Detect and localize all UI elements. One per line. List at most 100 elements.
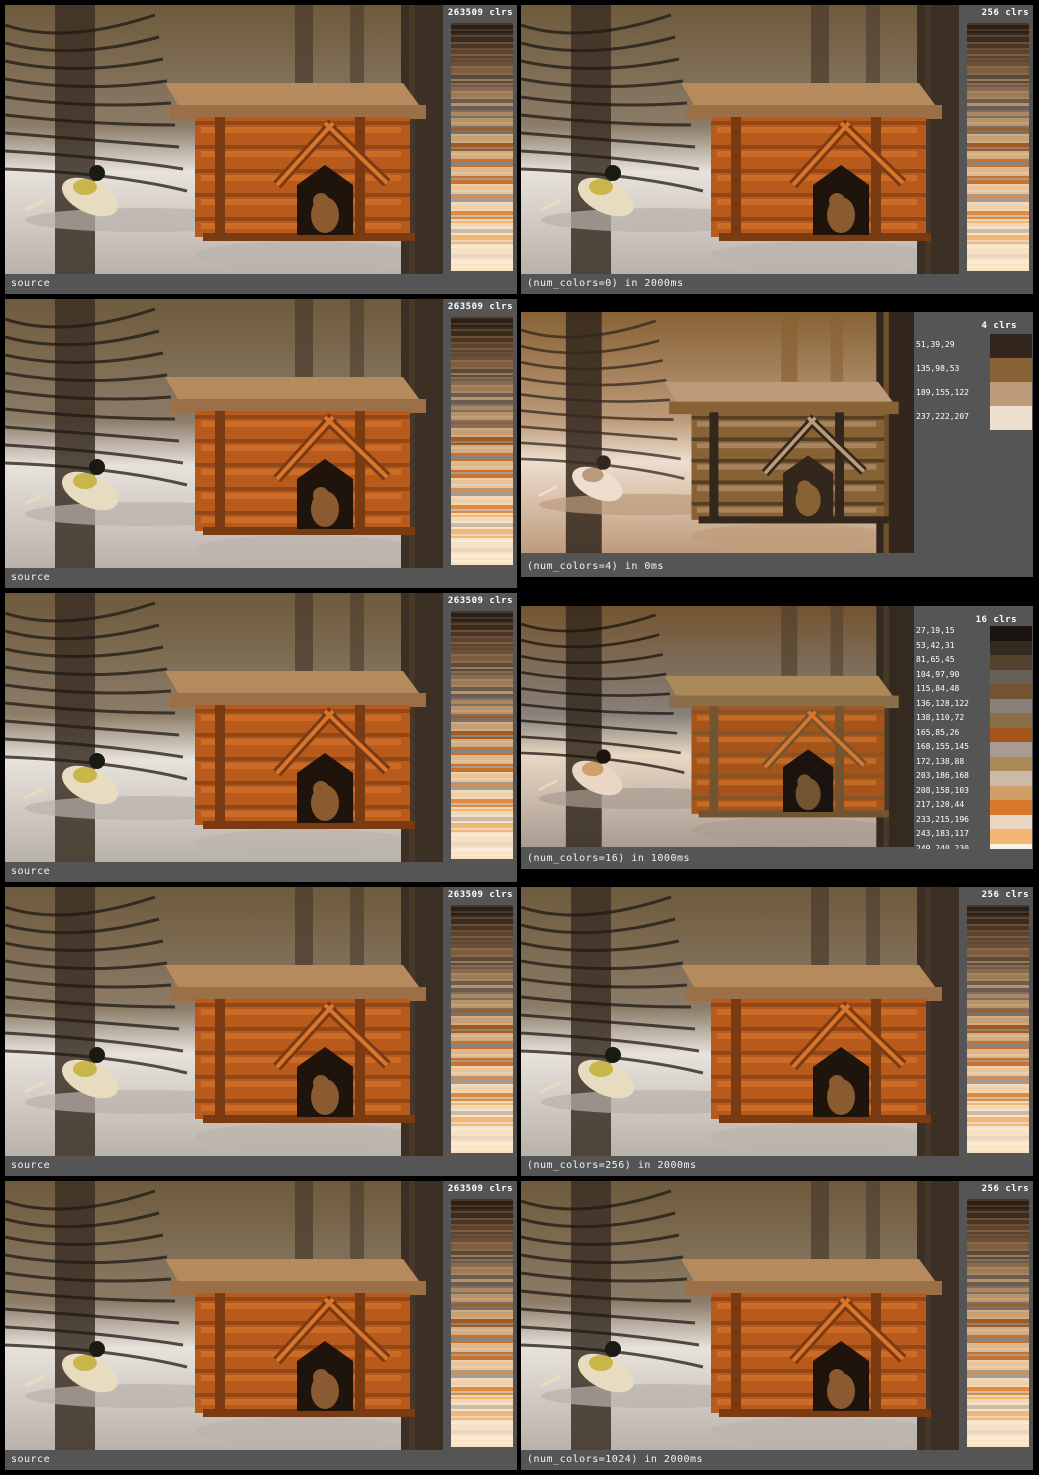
birdhouse-photo xyxy=(5,1181,443,1450)
panel-caption: (num_colors=256) in 2000ms xyxy=(521,1156,1033,1176)
panel-image xyxy=(5,593,443,862)
color-count: 256 clrs xyxy=(981,8,1029,18)
legend-label: 203,186,168 xyxy=(916,771,969,780)
color-count: 256 clrs xyxy=(981,890,1029,900)
panel-image xyxy=(521,312,914,553)
panel-src2: 263509 clrs source xyxy=(5,299,517,588)
birdhouse-photo xyxy=(5,5,443,274)
birdhouse-photo xyxy=(521,887,959,1156)
panel-src4: 263509 clrs source xyxy=(5,887,517,1176)
legend-swatch xyxy=(990,800,1032,815)
legend-label: 172,138,88 xyxy=(916,756,965,766)
birdhouse-photo xyxy=(521,1181,959,1450)
panel-image xyxy=(521,606,914,847)
legend-swatch xyxy=(990,334,1032,358)
legend-swatch xyxy=(990,382,1032,406)
legend-label: 115,84,48 xyxy=(916,684,960,693)
color-strip: 263509 clrs xyxy=(443,887,517,1156)
panel-q4: 4 clrs 51,39,29 135,98,53 189,155,122 237,22… xyxy=(521,312,1033,577)
color-strip: 263509 clrs xyxy=(443,5,517,274)
color-count: 16 clrs xyxy=(975,615,1017,625)
color-count: 263509 clrs xyxy=(447,1184,513,1194)
panel-caption: (num_colors=16) in 1000ms xyxy=(521,849,1033,869)
palette-bar xyxy=(967,1444,1029,1447)
panel-caption: source xyxy=(5,274,517,294)
color-count: 256 clrs xyxy=(981,1184,1029,1194)
birdhouse-photo xyxy=(521,5,959,274)
color-strip: 256 clrs xyxy=(959,5,1033,274)
legend-label: 27,19,15 xyxy=(916,626,955,635)
color-strip: 263509 clrs xyxy=(443,299,517,568)
panel-image xyxy=(521,887,959,1156)
legend-swatch xyxy=(990,626,1032,641)
birdhouse-photo xyxy=(5,299,443,568)
panel-caption: source xyxy=(5,1450,517,1470)
legend-label: 168,155,145 xyxy=(916,742,969,751)
legend-label: 217,120,44 xyxy=(916,800,965,809)
comparison-grid: 263509 clrs source 256 clrs (num_colors=0)… xyxy=(0,0,1039,1475)
legend-label: 189,155,122 xyxy=(916,388,969,397)
panel-image xyxy=(5,299,443,568)
legend-swatch xyxy=(990,406,1032,430)
panel-caption: (num_colors=1024) in 2000ms xyxy=(521,1450,1033,1470)
legend-swatch xyxy=(990,727,1032,742)
color-count: 263509 clrs xyxy=(447,890,513,900)
legend-label: 53,42,31 xyxy=(916,640,955,650)
legend-label: 135,98,53 xyxy=(916,364,960,373)
panel-q16: 16 clrs 27,19,15 53,42,31 81,65,45 104,97,90… xyxy=(521,606,1033,869)
legend-label: 165,85,26 xyxy=(916,727,960,737)
color-strip: 256 clrs xyxy=(959,887,1033,1156)
panel-caption: source xyxy=(5,568,517,588)
legend-label: 104,97,90 xyxy=(916,669,960,679)
legend-swatch xyxy=(990,814,1032,829)
legend-swatch xyxy=(990,684,1032,699)
legend-swatch xyxy=(990,640,1032,655)
panel-q256: 256 clrs (num_colors=256) in 2000ms xyxy=(521,887,1033,1176)
legend-swatch xyxy=(990,655,1032,670)
palette-bars xyxy=(967,905,1029,1154)
palette-legend: 16 clrs 27,19,15 53,42,31 81,65,45 104,97,90… xyxy=(914,606,1033,858)
panel-image xyxy=(5,5,443,274)
palette-bar xyxy=(451,1150,513,1153)
panel-caption: (num_colors=4) in 0ms xyxy=(521,557,1033,577)
panel-caption: (num_colors=0) in 2000ms xyxy=(521,274,1033,294)
panel-image xyxy=(5,1181,443,1450)
palette-bar xyxy=(451,856,513,859)
color-count: 263509 clrs xyxy=(447,8,513,18)
panel-image xyxy=(521,1181,959,1450)
panel-q0: 256 clrs (num_colors=0) in 2000ms xyxy=(521,5,1033,294)
legend-swatch xyxy=(990,698,1032,713)
palette-bar xyxy=(451,562,513,565)
palette-bars xyxy=(967,1199,1029,1448)
color-strip: 256 clrs xyxy=(959,1181,1033,1450)
panel-src1: 263509 clrs source xyxy=(5,5,517,294)
color-strip: 263509 clrs xyxy=(443,1181,517,1450)
birdhouse-photo xyxy=(5,593,443,862)
birdhouse-photo xyxy=(521,606,914,847)
legend-label: 208,158,103 xyxy=(916,785,969,795)
legend-swatch xyxy=(990,713,1032,728)
birdhouse-photo xyxy=(5,887,443,1156)
palette-bars xyxy=(451,611,513,860)
color-strip: 263509 clrs xyxy=(443,593,517,862)
color-count: 263509 clrs xyxy=(447,596,513,606)
color-count: 4 clrs xyxy=(981,321,1017,331)
legend-swatch xyxy=(990,771,1032,786)
palette-bars xyxy=(451,23,513,272)
palette-bars xyxy=(451,317,513,566)
legend-label: 237,222,207 xyxy=(916,412,969,421)
panel-caption: source xyxy=(5,1156,517,1176)
legend-swatch xyxy=(990,742,1032,757)
legend-label: 136,128,122 xyxy=(916,698,969,708)
legend-label: 51,39,29 xyxy=(916,340,955,349)
panel-caption: source xyxy=(5,862,517,882)
palette-bar xyxy=(967,1150,1029,1153)
palette-bars xyxy=(967,23,1029,272)
legend-label: 81,65,45 xyxy=(916,655,955,664)
palette-bar xyxy=(451,268,513,271)
legend-swatch xyxy=(990,358,1032,382)
palette-bars xyxy=(451,905,513,1154)
legend-label: 138,110,72 xyxy=(916,713,965,722)
legend-label: 233,215,196 xyxy=(916,814,969,824)
panel-q1024: 256 clrs (num_colors=1024) in 2000ms xyxy=(521,1181,1033,1470)
